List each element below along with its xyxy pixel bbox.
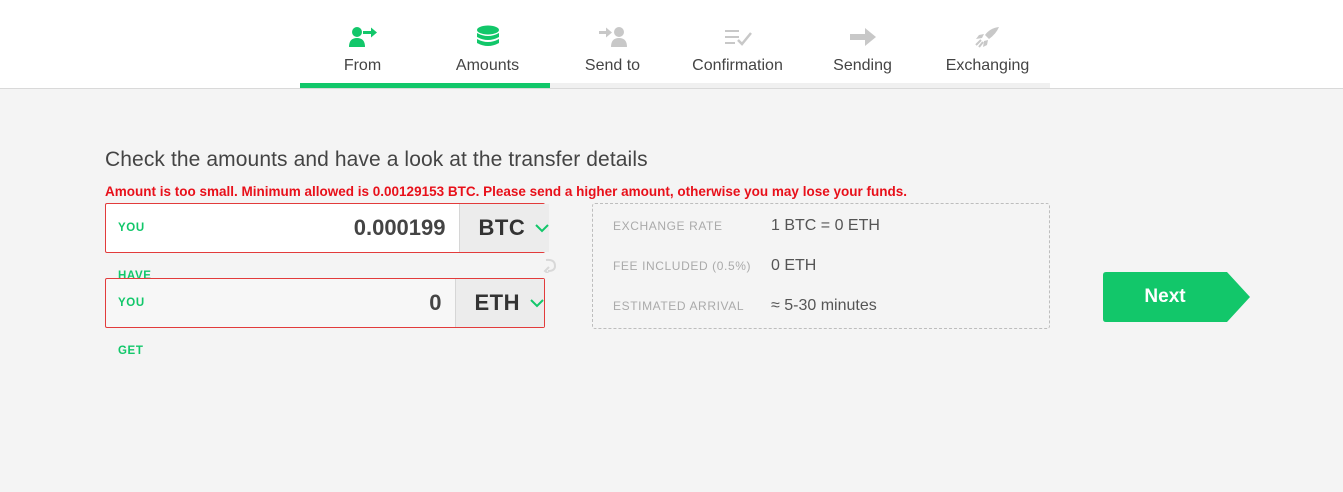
- rocket-icon: [925, 24, 1050, 50]
- arrival-row: ESTIMATED ARRIVAL ≈ 5-30 minutes: [613, 297, 1039, 317]
- progress-fill: [300, 83, 550, 88]
- coins-icon: [425, 24, 550, 50]
- you-have-currency-code: BTC: [478, 215, 526, 240]
- you-get-currency-code: ETH: [474, 290, 520, 315]
- chevron-down-icon: [530, 298, 544, 308]
- you-have-currency-select[interactable]: BTC: [458, 204, 550, 252]
- swap-icon[interactable]: [543, 257, 557, 273]
- you-have-field: YOU HAVE BTC: [105, 203, 550, 282]
- step-sending[interactable]: Sending: [800, 0, 925, 89]
- next-button-label: Next: [1144, 286, 1186, 307]
- step-amounts[interactable]: Amounts: [425, 0, 550, 89]
- error-message: Amount is too small. Minimum allowed is …: [105, 184, 907, 199]
- step-exchanging[interactable]: Exchanging: [925, 0, 1050, 89]
- fee-value: 0 ETH: [771, 257, 817, 274]
- step-confirmation-label: Confirmation: [692, 57, 783, 74]
- you-have-label: YOU HAVE: [118, 222, 152, 282]
- you-have-amount-input[interactable]: [151, 204, 459, 252]
- you-get-amount-input[interactable]: [147, 279, 455, 327]
- fee-row: FEE INCLUDED (0.5%) 0 ETH: [613, 257, 1039, 277]
- step-from-label: From: [343, 57, 382, 74]
- exchange-rate-value: 1 BTC = 0 ETH: [771, 217, 880, 234]
- step-sending-label: Sending: [833, 57, 892, 74]
- chevron-down-icon: [535, 223, 549, 233]
- step-exchanging-label: Exchanging: [945, 57, 1030, 74]
- exchange-rate-row: EXCHANGE RATE 1 BTC = 0 ETH: [613, 217, 1039, 237]
- you-get-field: YOU GET ETH: [105, 278, 545, 357]
- fee-label: FEE INCLUDED (0.5%): [613, 259, 752, 273]
- you-get-label: YOU GET: [118, 297, 145, 357]
- next-button[interactable]: Next: [1103, 272, 1250, 322]
- list-check-icon: [675, 24, 800, 50]
- user-arrow-icon: [300, 24, 425, 50]
- step-amounts-label: Amounts: [455, 57, 520, 74]
- top-navigation: From Amounts Send to Confirmation Sendin…: [0, 0, 1343, 89]
- transfer-details-panel: EXCHANGE RATE 1 BTC = 0 ETH FEE INCLUDED…: [592, 203, 1050, 329]
- page-title: Check the amounts and have a look at the…: [105, 148, 648, 171]
- step-send-to-label: Send to: [584, 57, 641, 74]
- you-get-currency-select[interactable]: ETH: [454, 279, 544, 327]
- steps-bar: From Amounts Send to Confirmation Sendin…: [300, 0, 1050, 89]
- exchange-rate-label: EXCHANGE RATE: [613, 219, 723, 233]
- arrival-label: ESTIMATED ARRIVAL: [613, 299, 745, 313]
- arrival-value: ≈ 5-30 minutes: [771, 297, 877, 314]
- arrow-user-icon: [550, 24, 675, 50]
- step-from[interactable]: From: [300, 0, 425, 89]
- arrow-right-icon: [800, 24, 925, 50]
- step-confirmation[interactable]: Confirmation: [675, 0, 800, 89]
- step-send-to[interactable]: Send to: [550, 0, 675, 89]
